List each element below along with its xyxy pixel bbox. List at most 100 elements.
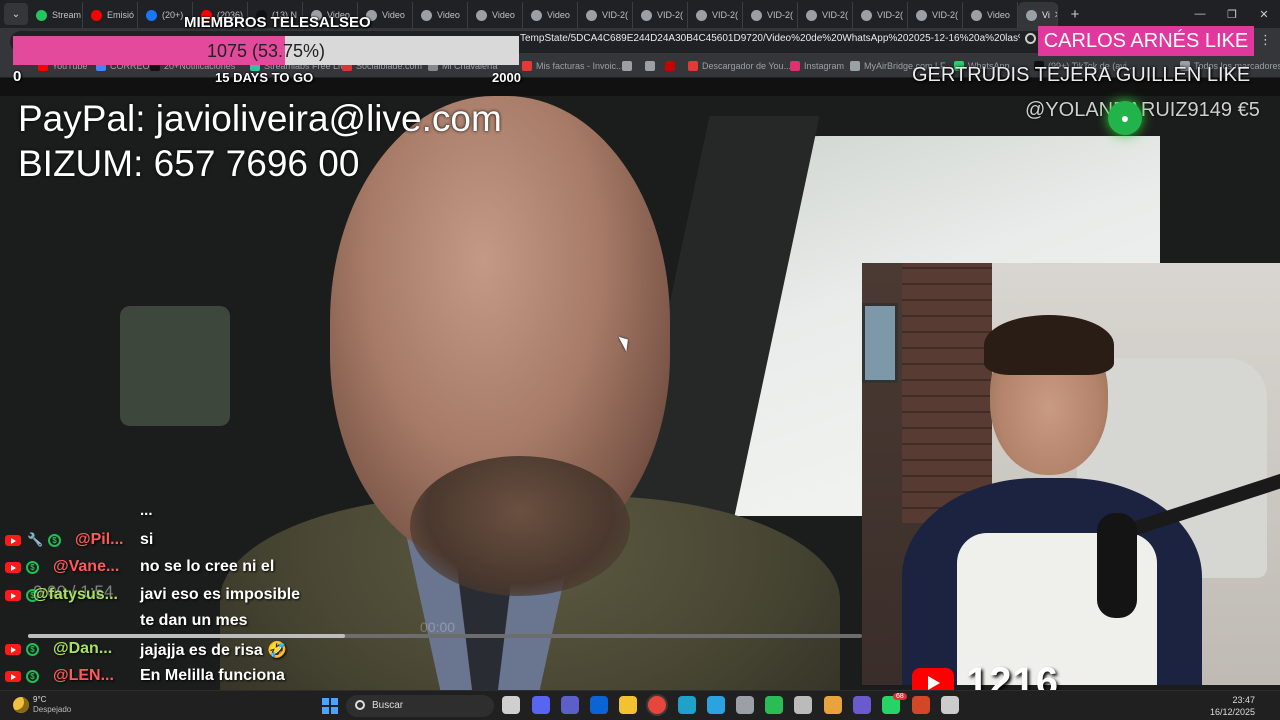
edge-icon[interactable] — [678, 696, 696, 714]
chat-message: 🔧 $ @Pil... si — [0, 529, 340, 556]
tab-favicon-icon — [641, 9, 652, 21]
browser-tab[interactable]: Video — [413, 2, 468, 28]
browser-tab[interactable]: Video — [523, 2, 578, 28]
bookmark-item[interactable]: Mis facturas - Invoic... — [522, 61, 624, 71]
tab-label: Video — [382, 10, 405, 20]
bookmark-favicon-icon — [850, 61, 860, 71]
tab-label: VID-2( — [877, 10, 904, 20]
tab-favicon-icon — [421, 9, 432, 21]
tab-favicon-icon — [916, 9, 927, 21]
vpn-icon[interactable] — [736, 696, 754, 714]
camtasia-icon[interactable] — [765, 696, 783, 714]
address-url[interactable]: TempState/5DCA4C689E244D24A30B4C45601D97… — [520, 33, 1020, 44]
weather-moon-icon[interactable] — [13, 697, 29, 713]
tab-label: VID-2( — [657, 10, 684, 20]
settings-icon[interactable] — [794, 696, 812, 714]
bookmark-item[interactable] — [665, 61, 679, 71]
tab-label: VID-2( — [602, 10, 629, 20]
tab-favicon-icon — [586, 9, 597, 21]
file-explorer-icon[interactable] — [619, 696, 637, 714]
bookmark-item[interactable]: Instagram — [790, 61, 844, 71]
tab-favicon-icon — [971, 9, 982, 21]
youtube-badge-icon — [5, 671, 21, 682]
browser-tab[interactable]: Stream — [28, 2, 83, 28]
browser-tab[interactable]: VID-2( — [908, 2, 963, 28]
restore-icon[interactable]: ❐ — [1216, 0, 1248, 28]
copilot-icon[interactable] — [853, 696, 871, 714]
webcam-feed — [862, 263, 1280, 685]
chrome-icon[interactable] — [648, 696, 666, 714]
telegram-icon[interactable] — [707, 696, 725, 714]
browser-tab[interactable]: VID-2( — [743, 2, 798, 28]
minimize-icon[interactable]: — — [1184, 0, 1216, 28]
clock-date: 16/12/2025 — [1209, 707, 1255, 717]
chat-username[interactable]: @fatysus... — [33, 586, 118, 604]
chat-text: En Melilla funciona — [140, 667, 285, 684]
youtube-badge-icon — [5, 535, 21, 546]
tab-search-button[interactable]: ⌄ — [4, 3, 28, 25]
tab-label: Video — [492, 10, 515, 20]
menu-icon[interactable]: ⋮ — [1259, 32, 1272, 48]
browser-tab[interactable]: VID-2( — [853, 2, 908, 28]
chat-message: $ @Vane... no se lo cree ni el — [0, 556, 340, 583]
window-icon[interactable] — [941, 696, 959, 714]
clock-time: 23:47 — [1232, 695, 1255, 705]
browser-tab[interactable]: VID-2( — [688, 2, 743, 28]
search-icon — [355, 700, 365, 710]
bizum-text: BIZUM: 657 7696 00 — [18, 143, 360, 184]
discord-icon[interactable] — [532, 696, 550, 714]
tab-label: Video — [547, 10, 570, 20]
system-clock[interactable]: 23:47 16/12/2025 — [1210, 694, 1255, 718]
task-view-icon[interactable] — [502, 696, 520, 714]
screen: ⌄ Stream Emisió (20+) (2036) (13) N Video Vide… — [0, 0, 1280, 720]
tab-close-icon[interactable]: ✕ — [1054, 10, 1057, 21]
chat-username[interactable]: @LEN... — [53, 667, 114, 685]
tab-favicon-icon — [861, 9, 872, 21]
chat-username[interactable]: @Pil... — [75, 531, 124, 549]
chat-text: si — [140, 531, 154, 548]
browser-tab[interactable]: VID-2( — [798, 2, 853, 28]
teams-icon[interactable] — [561, 696, 579, 714]
weather-temperature[interactable]: 9°C — [33, 695, 46, 704]
member-badge-icon: $ — [26, 561, 39, 574]
browser-tab[interactable]: VID-2( — [633, 2, 688, 28]
chat-truncated-line: ... — [140, 502, 153, 519]
bookmark-item[interactable]: Descargador de You... — [688, 61, 791, 71]
microphone — [1097, 513, 1137, 618]
chat-message: $ @fatysus... javi eso es imposible — [0, 584, 340, 611]
notification-badge: 68 — [893, 693, 907, 700]
bookmark-favicon-icon — [645, 61, 655, 71]
taskbar-search[interactable]: Buscar — [346, 695, 494, 717]
weather-condition[interactable]: Despejado — [33, 705, 71, 714]
close-icon[interactable]: ✕ — [1248, 0, 1280, 28]
paypal-text: PayPal: javioliveira@live.com — [18, 98, 502, 139]
mail-icon[interactable] — [590, 696, 608, 714]
bookmark-favicon-icon — [622, 61, 632, 71]
app-icon[interactable] — [824, 696, 842, 714]
members-goal-title: MIEMBROS TELESALSEO — [184, 14, 371, 31]
powerpoint-icon[interactable] — [912, 696, 930, 714]
bookmark-item[interactable] — [622, 61, 636, 71]
members-goal-max: 2000 — [492, 70, 521, 85]
new-tab-button[interactable]: + — [1064, 3, 1086, 25]
chat-username[interactable]: @Vane... — [53, 558, 119, 576]
browser-tab[interactable]: Emisió — [83, 2, 138, 28]
browser-tab[interactable]: Video — [963, 2, 1018, 28]
chat-message: $ @Dan... jajajja es de risa 🤣 — [0, 638, 340, 665]
bookmark-item[interactable] — [645, 61, 659, 71]
chat-text: javi eso es imposible — [140, 586, 301, 603]
donation-alert: @YOLANDARUIZ9149 €5 — [1025, 99, 1260, 121]
browser-tab[interactable]: VID-2( — [578, 2, 633, 28]
start-windows-icon[interactable] — [322, 698, 338, 714]
members-goal-bar: 1075 (53.75%) — [13, 36, 519, 65]
moderator-wrench-icon: 🔧 — [27, 532, 44, 547]
bookmark-label: Descargador de You... — [702, 61, 792, 71]
browser-tab[interactable]: Vi ✕ — [1018, 2, 1058, 28]
chat-username[interactable]: @Dan... — [53, 640, 112, 658]
zoom-icon[interactable] — [1025, 33, 1036, 44]
bookmark-favicon-icon — [522, 61, 532, 71]
tab-favicon-icon — [476, 9, 487, 21]
browser-tab[interactable]: Video — [468, 2, 523, 28]
tab-label: Video — [987, 10, 1010, 20]
members-goal-days: 15 DAYS TO GO — [215, 70, 314, 85]
